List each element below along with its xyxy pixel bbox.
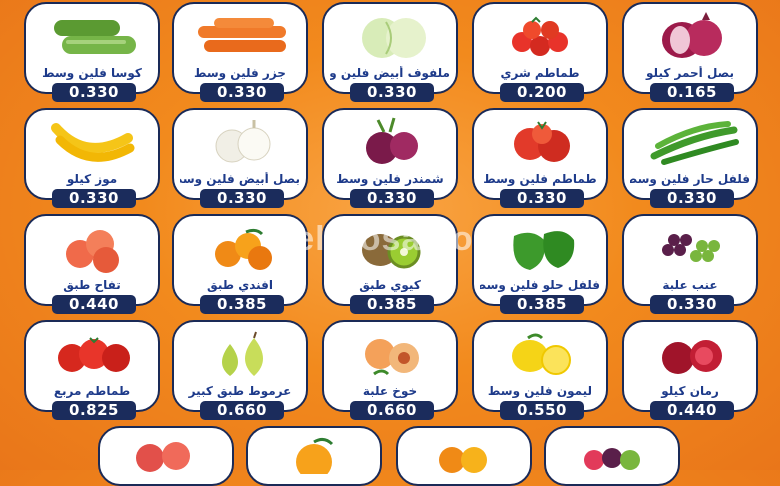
lemon-icon (512, 333, 571, 375)
product-price: 0.330 (200, 189, 284, 208)
product-name: شمندر فلين وسط (336, 172, 444, 186)
cabbage-icon (362, 18, 426, 58)
product-price: 0.440 (650, 401, 734, 420)
product-name: افندي طبق (207, 278, 273, 292)
product-card[interactable]: بصل أحمر كيلو 0.165 (622, 2, 758, 102)
product-card[interactable]: ليمون فلين وسط 0.550 (472, 320, 608, 420)
product-card[interactable]: شمندر فلين وسط 0.330 (322, 108, 458, 208)
product-name: رمان كيلو (661, 384, 719, 398)
product-price: 0.200 (500, 83, 584, 102)
product-name: طماطم فلين وسط (483, 172, 597, 186)
product-name: عرموط طبق كبير (188, 384, 292, 398)
product-card[interactable]: موز كيلو 0.330 (24, 108, 160, 208)
price-grid: بصل أحمر كيلو 0.165 طماطم شري 0.200 ملفو… (0, 0, 780, 486)
tomato-box-icon (58, 337, 130, 372)
orange-icon (296, 437, 334, 474)
product-price: 0.825 (52, 401, 136, 420)
product-card[interactable]: جزر فلين وسط 0.330 (172, 2, 308, 102)
product-price: 0.330 (350, 83, 434, 102)
product-name: فلفل حار فلين وسط (630, 172, 750, 186)
product-card-partial[interactable] (246, 426, 382, 486)
product-card[interactable]: طماطم مربع 0.825 (24, 320, 160, 420)
tomato-icon (514, 121, 570, 162)
product-name: عنب علبة (662, 278, 718, 292)
product-name: ليمون فلين وسط (487, 384, 593, 398)
product-card[interactable]: كيوي طبق 0.385 (322, 214, 458, 314)
product-price: 0.330 (200, 83, 284, 102)
product-name: فلفل حلو فلين وسط (480, 278, 600, 292)
apple-red-icon (136, 442, 190, 472)
product-card[interactable]: طماطم فلين وسط 0.330 (472, 108, 608, 208)
product-name: طماطم مربع (53, 384, 131, 398)
product-card[interactable]: خوخ علبة 0.660 (322, 320, 458, 420)
onion-white-icon (215, 120, 271, 163)
product-card-partial[interactable] (396, 426, 532, 486)
product-price: 0.550 (500, 401, 584, 420)
product-card-partial[interactable] (544, 426, 680, 486)
product-price: 0.660 (350, 401, 434, 420)
product-name: ملفوف أبيض فلين وسط (330, 66, 450, 80)
product-price: 0.330 (52, 189, 136, 208)
product-name: تفاح طبق (63, 278, 121, 292)
tomato-cherry-icon (512, 16, 568, 56)
product-price: 0.385 (500, 295, 584, 314)
product-card[interactable]: عنب علبة 0.330 (622, 214, 758, 314)
grapes-icon (662, 234, 720, 262)
green-chili-icon (650, 121, 739, 165)
pomegranate-icon (662, 340, 722, 374)
product-price: 0.330 (650, 295, 734, 314)
product-price: 0.330 (650, 189, 734, 208)
product-card-partial[interactable] (98, 426, 234, 486)
product-name: بصل أحمر كيلو (646, 66, 734, 80)
product-card[interactable]: فلفل حار فلين وسط 0.330 (622, 108, 758, 208)
product-name: طماطم شري (500, 66, 580, 80)
product-card[interactable]: كوسا فلين وسط 0.330 (24, 2, 160, 102)
product-price: 0.385 (350, 295, 434, 314)
product-price: 0.330 (350, 189, 434, 208)
product-price: 0.330 (52, 83, 136, 102)
peach-icon (365, 339, 419, 376)
product-card[interactable]: رمان كيلو 0.440 (622, 320, 758, 420)
product-card[interactable]: افندي طبق 0.385 (172, 214, 308, 314)
mixed-fruit-icon (584, 448, 640, 470)
product-name: بصل أبيض فلين وسط (180, 172, 300, 186)
zucchini-icon (54, 20, 136, 54)
product-card[interactable]: ملفوف أبيض فلين وسط 0.330 (322, 2, 458, 102)
mandarin-icon (215, 228, 272, 270)
product-name: موز كيلو (66, 172, 118, 186)
product-card[interactable]: تفاح طبق 0.440 (24, 214, 160, 314)
pear-icon (222, 331, 263, 376)
beetroot-icon (366, 117, 418, 164)
product-price: 0.385 (200, 295, 284, 314)
bell-pepper-icon (513, 231, 575, 270)
product-price: 0.165 (650, 83, 734, 102)
product-name: كيوي طبق (359, 278, 421, 292)
product-price: 0.330 (500, 189, 584, 208)
product-name: جزر فلين وسط (194, 66, 286, 80)
product-card[interactable]: فلفل حلو فلين وسط 0.385 (472, 214, 608, 314)
product-price: 0.660 (200, 401, 284, 420)
product-name: خوخ علبة (362, 384, 418, 398)
orange-mix-icon (439, 447, 487, 473)
onion-red-icon (662, 12, 722, 58)
apple-icon (66, 230, 119, 273)
kiwi-icon (362, 234, 421, 269)
product-price: 0.440 (52, 295, 136, 314)
product-name: كوسا فلين وسط (42, 66, 142, 80)
product-card[interactable]: طماطم شري 0.200 (472, 2, 608, 102)
carrot-icon (198, 18, 286, 52)
banana-icon (51, 123, 135, 162)
product-card[interactable]: عرموط طبق كبير 0.660 (172, 320, 308, 420)
product-card[interactable]: بصل أبيض فلين وسط 0.330 (172, 108, 308, 208)
